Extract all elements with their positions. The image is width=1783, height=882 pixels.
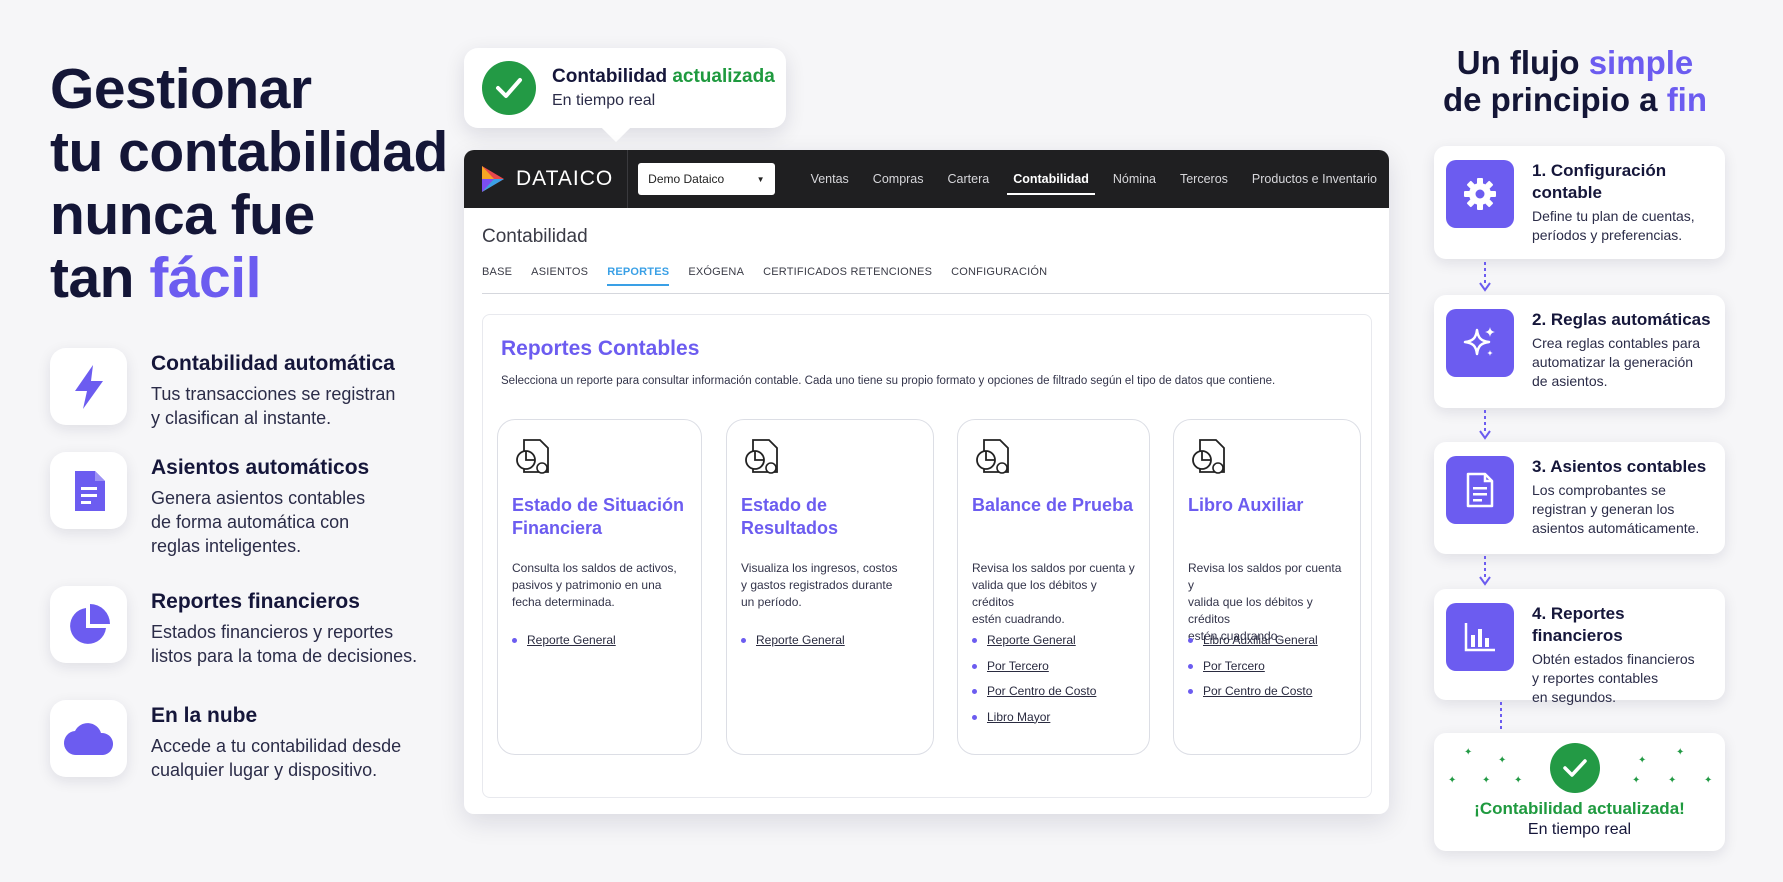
report-link[interactable]: Reporte General (512, 633, 616, 659)
bar-chart-icon (1446, 603, 1514, 671)
step-desc: Crea reglas contables para automatizar l… (1532, 335, 1701, 389)
panel-title: Reportes Contables (501, 337, 700, 360)
tab-configuracion[interactable]: CONFIGURACIÓN (951, 266, 1047, 293)
feature-en-la-nube: En la nube Accede a tu contabilidad desd… (50, 700, 401, 782)
report-link[interactable]: Reporte General (741, 633, 845, 659)
tab-certificados-retenciones[interactable]: CERTIFICADOS RETENCIONES (763, 266, 932, 293)
feature-desc: Genera asientos contables de forma autom… (151, 488, 366, 556)
report-link[interactable]: Reporte General (972, 633, 1096, 659)
flow-title: Un flujo simple de principio a fin (1442, 44, 1708, 118)
report-title: Estado de Situación Financiera (512, 495, 685, 538)
brand-name: DATAICO (516, 167, 614, 190)
brand-logo[interactable]: DATAICO (480, 164, 613, 194)
step-desc: Define tu plan de cuentas, períodos y pr… (1532, 208, 1695, 243)
dashed-connector (1500, 702, 1502, 732)
report-document-icon (516, 439, 549, 474)
report-desc: Revisa los saldos por cuenta y valida qu… (972, 561, 1135, 626)
tab-asientos[interactable]: ASIENTOS (531, 266, 588, 293)
feature-title: Asientos automáticos (151, 456, 370, 479)
check-circle-icon (1550, 743, 1600, 793)
report-card-estado-resultados[interactable]: Estado de Resultados Visualiza los ingre… (726, 419, 934, 755)
report-link[interactable]: Por Centro de Costo (972, 684, 1096, 710)
feature-desc: Tus transacciones se registran y clasifi… (151, 384, 396, 428)
check-circle-icon (482, 61, 536, 115)
main-nav: Ventas Compras Cartera Contabilidad Nómi… (799, 150, 1389, 208)
nav-compras[interactable]: Compras (861, 150, 936, 208)
final-status-card: ✦ ✦ ✦ ✦ ✦ ✦ ✦ ✦ ✦ ✦ ¡Contabilidad actual… (1434, 733, 1725, 851)
subtabs: BASE ASIENTOS REPORTES EXÓGENA CERTIFICA… (482, 266, 1389, 294)
arrow-down-icon (1479, 410, 1491, 440)
feature-reportes-financieros: Reportes financieros Estados financieros… (50, 586, 417, 668)
nav-cartera[interactable]: Cartera (936, 150, 1002, 208)
feature-desc: Accede a tu contabilidad desde cualquier… (151, 736, 402, 780)
step-desc: Los comprobantes se registran y generan … (1532, 482, 1700, 536)
status-bubble: Contabilidad actualizada En tiempo real (464, 48, 786, 128)
nav-ventas[interactable]: Ventas (799, 150, 861, 208)
report-desc: Visualiza los ingresos, costos y gastos … (741, 561, 898, 609)
feature-asientos-automaticos: Asientos automáticos Genera asientos con… (50, 452, 369, 558)
report-card-balance-prueba[interactable]: Balance de Prueba Revisa los saldos por … (957, 419, 1150, 755)
nav-terceros[interactable]: Terceros (1168, 150, 1240, 208)
report-title: Libro Auxiliar (1188, 495, 1304, 515)
flow-step-reglas: 2. Reglas automáticas Crea reglas contab… (1434, 295, 1725, 408)
top-navbar: DATAICO Demo Dataico ▼ Ventas Compras Ca… (464, 150, 1389, 208)
report-link[interactable]: Por Centro de Costo (1188, 684, 1318, 710)
report-link[interactable]: Libro Mayor (972, 710, 1096, 736)
report-document-icon (976, 439, 1009, 474)
flow-step-asientos: 3. Asientos contables Los comprobantes s… (1434, 442, 1725, 554)
document-icon (50, 452, 127, 529)
panel-desc: Selecciona un reporte para consultar inf… (501, 375, 1276, 387)
document-icon (1446, 456, 1514, 524)
feature-desc: Estados financieros y reportes listos pa… (151, 622, 418, 666)
tab-base[interactable]: BASE (482, 266, 512, 293)
reports-panel: Reportes Contables Selecciona un reporte… (482, 314, 1372, 798)
final-title: ¡Contabilidad actualizada! (1474, 799, 1685, 818)
flow-step-configuracion: 1. Configuración contable Define tu plan… (1434, 146, 1725, 259)
report-title: Balance de Prueba (972, 495, 1134, 515)
step-title: 1. Configuración contable (1532, 161, 1667, 202)
gear-icon (1446, 160, 1514, 228)
cloud-icon (50, 700, 127, 777)
report-document-icon (745, 439, 778, 474)
sparkle-icon (1446, 309, 1514, 377)
arrow-down-icon (1479, 556, 1491, 586)
tab-exogena[interactable]: EXÓGENA (688, 266, 744, 293)
report-link[interactable]: Por Tercero (1188, 659, 1318, 685)
step-title: 3. Asientos contables (1532, 457, 1707, 476)
report-link[interactable]: Libro Auxiliar General (1188, 633, 1318, 659)
report-link[interactable]: Por Tercero (972, 659, 1096, 685)
hero-title: Gestionar tu contabilidad nunca fue tan … (50, 57, 448, 310)
nav-productos-inventario[interactable]: Productos e Inventario (1240, 150, 1389, 208)
dataico-logo-icon (482, 166, 504, 192)
company-select[interactable]: Demo Dataico ▼ (638, 163, 775, 195)
nav-contabilidad[interactable]: Contabilidad (1001, 150, 1101, 208)
step-desc: Obtén estados financieros y reportes con… (1532, 651, 1695, 705)
report-card-situacion-financiera[interactable]: Estado de Situación Financiera Consulta … (497, 419, 702, 755)
step-title: 2. Reglas automáticas (1532, 310, 1711, 329)
feature-contabilidad-automatica: Contabilidad automática Tus transaccione… (50, 348, 395, 430)
pie-chart-icon (50, 586, 127, 663)
final-subtitle: En tiempo real (1527, 821, 1632, 838)
report-desc: Consulta los saldos de activos, pasivos … (512, 561, 677, 609)
page-title: Contabilidad (482, 226, 588, 247)
feature-title: Reportes financieros (151, 590, 360, 613)
nav-nomina[interactable]: Nómina (1101, 150, 1168, 208)
flow-step-reportes: 4. Reportes financieros Obtén estados fi… (1434, 589, 1725, 705)
lightning-icon (50, 348, 127, 425)
caret-down-icon: ▼ (756, 174, 765, 184)
report-card-libro-auxiliar[interactable]: Libro Auxiliar Revisa los saldos por cue… (1173, 419, 1361, 755)
feature-title: En la nube (151, 704, 258, 727)
arrow-down-icon (1479, 262, 1491, 292)
report-title: Estado de Resultados (741, 495, 839, 538)
report-document-icon (1192, 439, 1225, 474)
step-title: 4. Reportes financieros (1532, 604, 1625, 645)
feature-title: Contabilidad automática (151, 352, 395, 375)
app-window: DATAICO Demo Dataico ▼ Ventas Compras Ca… (464, 150, 1389, 814)
tab-reportes[interactable]: REPORTES (607, 266, 670, 293)
